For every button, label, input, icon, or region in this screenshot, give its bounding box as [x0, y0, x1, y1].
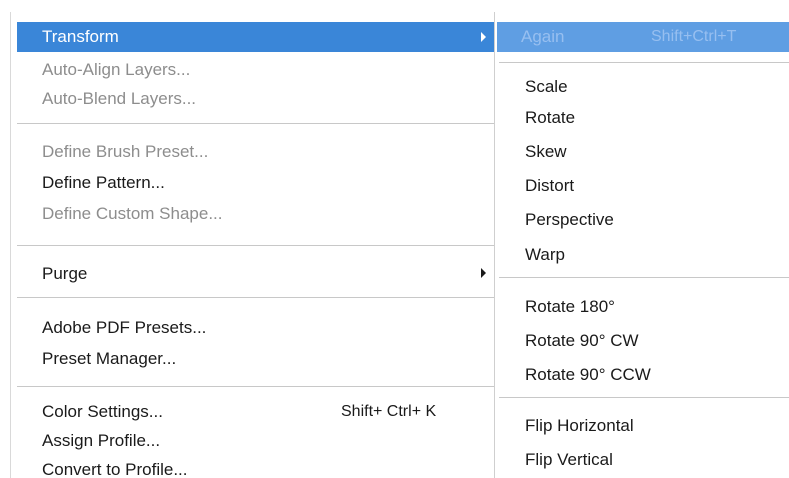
menu-item-color-settings-shortcut: Shift+ Ctrl+ K — [341, 403, 437, 420]
menu-item-auto-align-layers[interactable]: Auto-Align Layers... — [42, 59, 190, 81]
submenu-item-rotate-180[interactable]: Rotate 180° — [525, 296, 615, 318]
menu-item-purge-label: Purge — [42, 264, 88, 283]
menu-item-transform[interactable]: Transform — [17, 22, 494, 52]
menu-item-preset-manager[interactable]: Preset Manager... — [42, 348, 176, 370]
menu-item-color-settings-label: Color Settings... — [42, 402, 163, 421]
menu-separator — [17, 297, 494, 298]
edit-menu: Transform Auto-Align Layers... Auto-Blen… — [0, 0, 505, 478]
submenu-item-warp[interactable]: Warp — [525, 244, 565, 266]
submenu-item-again-label: Again — [521, 27, 565, 46]
menu-separator — [499, 397, 789, 398]
transform-submenu — [494, 0, 789, 478]
submenu-item-rotate-90-cw[interactable]: Rotate 90° CW — [525, 330, 639, 352]
menu-screenshot: Transform Auto-Align Layers... Auto-Blen… — [0, 0, 789, 478]
menu-item-define-custom-shape[interactable]: Define Custom Shape... — [42, 203, 222, 225]
submenu-item-flip-horizontal[interactable]: Flip Horizontal — [525, 415, 634, 437]
menu-separator — [499, 277, 789, 278]
menu-item-adobe-pdf-presets[interactable]: Adobe PDF Presets... — [42, 317, 206, 339]
submenu-item-rotate-90-ccw[interactable]: Rotate 90° CCW — [525, 364, 651, 386]
menu-separator — [499, 62, 789, 63]
submenu-item-scale[interactable]: Scale — [525, 76, 568, 98]
submenu-arrow-icon — [481, 268, 486, 278]
submenu-item-perspective[interactable]: Perspective — [525, 209, 614, 231]
submenu-arrow-icon — [481, 32, 486, 42]
menu-item-transform-label: Transform — [42, 27, 119, 46]
menu-item-convert-to-profile[interactable]: Convert to Profile... — [42, 459, 188, 478]
menu-item-define-pattern[interactable]: Define Pattern... — [42, 172, 165, 194]
submenu-item-skew[interactable]: Skew — [525, 141, 567, 163]
menu-separator — [17, 245, 494, 246]
submenu-item-flip-vertical[interactable]: Flip Vertical — [525, 449, 613, 471]
submenu-item-again[interactable]: Again Shift+Ctrl+T — [497, 22, 789, 52]
menu-item-define-brush-preset[interactable]: Define Brush Preset... — [42, 141, 208, 163]
submenu-item-again-shortcut: Shift+Ctrl+T — [651, 28, 737, 45]
menu-separator — [17, 123, 494, 124]
menu-item-assign-profile[interactable]: Assign Profile... — [42, 430, 160, 452]
menu-separator — [17, 386, 494, 387]
menu-item-auto-blend-layers[interactable]: Auto-Blend Layers... — [42, 88, 196, 110]
submenu-item-rotate[interactable]: Rotate — [525, 107, 575, 129]
submenu-item-distort[interactable]: Distort — [525, 175, 574, 197]
